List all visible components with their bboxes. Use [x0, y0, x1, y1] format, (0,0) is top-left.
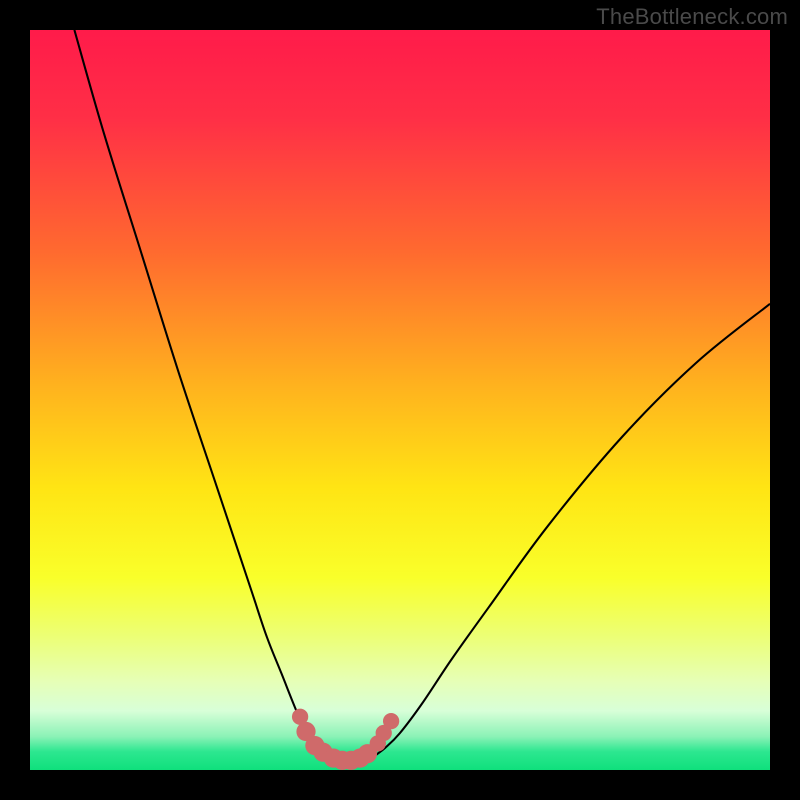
- attribution-label: TheBottleneck.com: [596, 4, 788, 30]
- bottleneck-curve-right: [370, 304, 770, 759]
- marker-dot: [383, 713, 399, 729]
- curve-layer: [30, 30, 770, 770]
- chart-frame: TheBottleneck.com: [0, 0, 800, 800]
- highlight-markers: [292, 709, 399, 770]
- plot-area: [30, 30, 770, 770]
- bottleneck-curve-left: [74, 30, 326, 759]
